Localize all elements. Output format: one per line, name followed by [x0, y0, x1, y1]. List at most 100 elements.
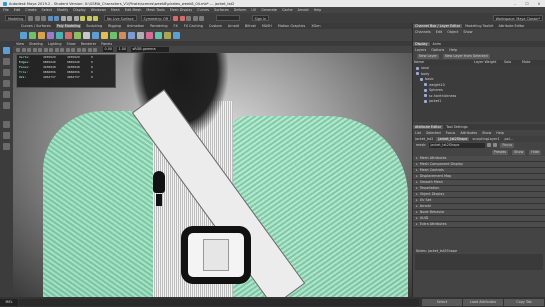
maximize-button[interactable]: ☐	[521, 2, 533, 6]
viewport-menu-lighting[interactable]: Lighting	[48, 42, 62, 46]
menu-deform[interactable]: Deform	[234, 8, 247, 12]
expand-arrow-icon[interactable]: ▸	[416, 198, 418, 202]
ambient-occlusion-icon[interactable]	[82, 47, 86, 52]
resolution-gate-icon[interactable]	[49, 47, 53, 52]
shelf-tab-fx-caching[interactable]: FX Caching	[183, 24, 204, 28]
exposure-field[interactable]: 0.00	[102, 47, 113, 52]
expand-arrow-icon[interactable]: ▸	[416, 210, 418, 214]
smooth-shade-icon[interactable]	[60, 47, 64, 52]
close-button[interactable]: ✕	[533, 2, 545, 6]
select-object-icon[interactable]	[67, 15, 73, 21]
layer-menu-options[interactable]: Options	[429, 48, 446, 52]
node-tab-jacket-tst2[interactable]: jacket_tst2	[413, 137, 435, 141]
shelf-tool-icon[interactable]	[83, 31, 90, 39]
shelf-tab-arnold[interactable]: Arnold	[227, 24, 240, 28]
save-scene-icon[interactable]	[41, 15, 47, 21]
go-to-input-icon[interactable]	[487, 143, 492, 147]
hide-button[interactable]: Hide	[529, 149, 541, 155]
menu-file[interactable]: File	[3, 8, 9, 12]
attribute-editor-tab-tool-settings[interactable]: Tool Settings	[444, 125, 470, 129]
visibility-toggle-icon[interactable]	[424, 94, 427, 98]
minimize-button[interactable]: –	[509, 2, 521, 6]
expand-arrow-icon[interactable]: ▸	[416, 174, 418, 178]
menu-arnold[interactable]: Arnold	[298, 8, 309, 12]
shelf-tab-poly-modeling[interactable]: Poly Modeling	[55, 24, 82, 28]
expand-arrow-icon[interactable]: ▸	[416, 168, 418, 172]
shelf-tool-icon[interactable]	[164, 31, 171, 39]
four-view-layout-icon[interactable]	[3, 132, 10, 139]
expand-arrow-icon[interactable]: ▸	[416, 192, 418, 196]
ipr-render-icon[interactable]	[179, 15, 185, 21]
panel-tab-attribute-editor[interactable]: Attribute Editor	[496, 24, 526, 28]
channel-box-menu-channels[interactable]: Channels	[413, 30, 433, 34]
layer-menu-layers[interactable]: Layers	[413, 48, 428, 52]
redo-icon[interactable]	[54, 15, 60, 21]
bookmark-icon[interactable]	[27, 47, 31, 52]
sign-in-button[interactable]: Sign In	[251, 15, 270, 21]
viewport-menu-show[interactable]: Show	[67, 42, 76, 46]
go-to-output-icon[interactable]	[492, 143, 497, 147]
shelf-tool-icon[interactable]	[128, 31, 135, 39]
menu-mesh-tools[interactable]: Mesh Tools	[146, 8, 164, 12]
viewport-menu-view[interactable]: View	[16, 42, 24, 46]
live-surface-field[interactable]: No Live Surface	[103, 15, 137, 21]
viewport-3d[interactable]: View Shading Lighting Show Renderer Panels 0.…	[13, 41, 412, 297]
shelf-tab-motion-graphics[interactable]: Motion Graphics	[277, 24, 307, 28]
xray-icon[interactable]	[87, 47, 92, 52]
menu-mesh-display[interactable]: Mesh Display	[170, 8, 193, 12]
mesh-name-field[interactable]: jacket_tst2Shape	[429, 142, 486, 148]
panel-tab-channel-box-layer-editor[interactable]: Channel Box / Layer Editor	[413, 24, 463, 28]
shelf-tool-icon[interactable]	[56, 31, 63, 39]
shelf-tab-sculpting[interactable]: Sculpting	[85, 24, 103, 28]
menu-set-dropdown[interactable]: Modeling	[5, 15, 27, 21]
single-perspective-layout-icon[interactable]	[3, 121, 10, 128]
shelf-tab-rendering[interactable]: Rendering	[149, 24, 168, 28]
channel-box-menu-edit[interactable]: Edit	[434, 30, 445, 34]
menu-edit-mesh[interactable]: Edit Mesh	[125, 8, 142, 12]
wireframe-icon[interactable]	[54, 47, 59, 52]
new-scene-icon[interactable]	[28, 15, 34, 21]
notes-field[interactable]	[415, 253, 543, 270]
show-button[interactable]: Show	[512, 149, 526, 155]
attribute-editor-tab-attribute-editor[interactable]: Attribute Editor	[413, 124, 444, 129]
image-plane-icon[interactable]	[32, 47, 37, 52]
expand-arrow-icon[interactable]: ▸	[416, 180, 418, 184]
expand-arrow-icon[interactable]: ▸	[416, 156, 418, 160]
menu-cache[interactable]: Cache	[282, 8, 293, 12]
shelf-tool-icon[interactable]	[146, 31, 153, 39]
channel-box-menu-show[interactable]: Show	[461, 30, 474, 34]
menu-create[interactable]: Create	[25, 8, 36, 12]
shelf-tool-icon[interactable]	[29, 31, 36, 39]
shelf-tab-custom[interactable]: Custom	[208, 24, 223, 28]
node-tab-pol-[interactable]: pol...	[503, 137, 515, 141]
snap-curve-icon[interactable]	[86, 15, 92, 21]
menu-surfaces[interactable]: Surfaces	[214, 8, 229, 12]
snap-grid-icon[interactable]	[80, 15, 86, 21]
undo-icon[interactable]	[47, 15, 53, 21]
isolate-select-icon[interactable]	[93, 47, 97, 52]
textured-icon[interactable]	[65, 47, 70, 52]
menu-curves[interactable]: Curves	[197, 8, 209, 12]
node-tab-jacket-tst2shape[interactable]: jacket_tst2Shape	[436, 136, 470, 141]
scale-tool-icon[interactable]	[3, 102, 10, 109]
expand-arrow-icon[interactable]: ▸	[416, 222, 418, 226]
rotate-tool-icon[interactable]	[3, 91, 10, 98]
panel-tab-modelling-toolkit[interactable]: Modelling Toolkit	[463, 24, 495, 28]
camera-attributes-icon[interactable]	[21, 47, 26, 52]
layer-row[interactable]: jacket1	[413, 99, 545, 105]
render-view-icon[interactable]	[199, 15, 205, 21]
load-attributes-button[interactable]: Load Attributes	[463, 298, 503, 306]
menu-windows[interactable]: Windows	[91, 8, 106, 12]
visibility-toggle-icon[interactable]	[424, 88, 427, 92]
attribute-editor-menu-help[interactable]: Help	[494, 131, 506, 135]
attribute-editor-menu-focus[interactable]: Focus	[444, 131, 458, 135]
grid-toggle-icon[interactable]	[38, 47, 42, 52]
snap-point-icon[interactable]	[93, 15, 99, 21]
channel-box-menu-object[interactable]: Object	[445, 30, 460, 34]
shelf-tool-icon[interactable]	[137, 31, 144, 39]
quick-search-input[interactable]	[215, 15, 240, 21]
select-button[interactable]: Select	[422, 298, 462, 306]
expand-arrow-icon[interactable]: ▸	[416, 216, 418, 220]
visibility-toggle-icon[interactable]	[416, 66, 419, 70]
shelf-tab-curves-surfaces[interactable]: Curves / Surfaces	[20, 24, 52, 28]
